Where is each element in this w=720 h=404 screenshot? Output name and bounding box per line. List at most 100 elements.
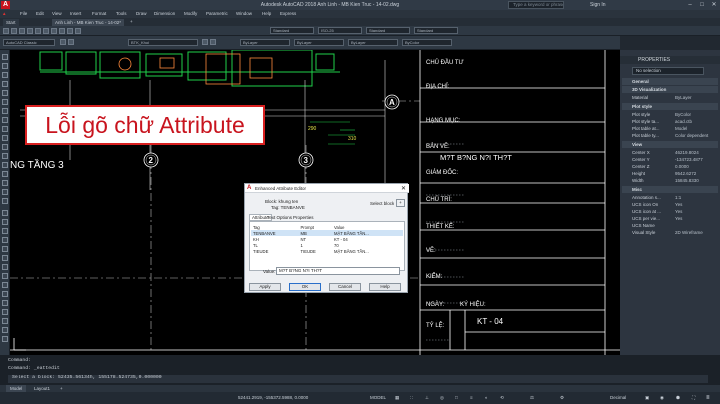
fillet-icon[interactable]: [2, 327, 8, 333]
tab-text-options[interactable]: Text Options: [267, 215, 292, 220]
prop-row[interactable]: Plot table at... Model: [620, 125, 720, 132]
ok-button[interactable]: OK: [289, 283, 321, 291]
copy-icon[interactable]: [2, 219, 8, 225]
dimstyle-select[interactable]: ISO-25: [318, 27, 362, 34]
section-misc[interactable]: Misc: [622, 186, 718, 193]
layer-properties-icon[interactable]: [60, 39, 66, 45]
new-tab-icon[interactable]: +: [130, 18, 133, 26]
mleaderstyle-select[interactable]: Standard: [414, 27, 458, 34]
ellipse-icon[interactable]: [2, 126, 8, 132]
tab-layout1[interactable]: Layout1: [34, 385, 50, 392]
layer-previous-icon[interactable]: [210, 39, 216, 45]
circle-icon[interactable]: [2, 99, 8, 105]
prop-row[interactable]: Width 15845.8330: [620, 177, 720, 184]
pan-icon[interactable]: [59, 28, 65, 34]
layer-select[interactable]: BTK_Khoi: [128, 39, 198, 46]
tab-model[interactable]: Model: [6, 385, 27, 392]
model-space-button[interactable]: MODEL: [370, 392, 386, 404]
close-icon[interactable]: ✕: [708, 0, 720, 10]
lineweight-select[interactable]: ByLayer: [348, 39, 398, 46]
tab-properties[interactable]: Properties: [293, 215, 314, 220]
section-view[interactable]: View: [622, 141, 718, 148]
revcloud-icon[interactable]: [2, 108, 8, 114]
spline-icon[interactable]: [2, 117, 8, 123]
quick-properties-icon[interactable]: ▣: [645, 392, 649, 404]
array-icon[interactable]: [2, 246, 8, 252]
prop-row[interactable]: Annotation s... 1:1: [620, 194, 720, 201]
stretch-icon[interactable]: [2, 282, 8, 288]
prop-row[interactable]: Center Y -134723.4877: [620, 156, 720, 163]
section-3d-visualization[interactable]: 3D Visualization: [622, 86, 718, 93]
command-input[interactable]: Select a block: 52435.56134h, 155178.524…: [8, 375, 708, 383]
prop-row[interactable]: Visual Style 2D Wireframe: [620, 229, 720, 236]
prop-row[interactable]: UCS Name: [620, 222, 720, 229]
help-button[interactable]: Help: [369, 283, 401, 291]
command-window[interactable]: Command: Command: _eattedit Select a blo…: [0, 355, 720, 385]
isolate-icon[interactable]: ◉: [660, 392, 664, 404]
menu-draw[interactable]: Draw: [136, 10, 147, 18]
units-select[interactable]: Decimal: [610, 392, 626, 404]
hatch-icon[interactable]: [2, 162, 8, 168]
prop-row[interactable]: Material ByLayer: [620, 94, 720, 101]
properties-icon[interactable]: [75, 28, 81, 34]
prop-row[interactable]: UCS icon at ... Yes: [620, 208, 720, 215]
open-file-icon[interactable]: [11, 28, 17, 34]
minimize-icon[interactable]: –: [684, 0, 696, 10]
table-icon[interactable]: [2, 189, 8, 195]
gradient-icon[interactable]: [2, 171, 8, 177]
add-layout-icon[interactable]: +: [60, 385, 63, 392]
linetype-select[interactable]: ByLayer: [294, 39, 344, 46]
break-icon[interactable]: [2, 309, 8, 315]
move-icon[interactable]: [2, 255, 8, 261]
prop-row[interactable]: Plot table ty... Color dependent: [620, 132, 720, 139]
menu-edit[interactable]: Edit: [36, 10, 44, 18]
polar-icon[interactable]: ◎: [440, 392, 444, 404]
snap-icon[interactable]: ∷: [410, 392, 413, 404]
make-block-icon[interactable]: [2, 144, 8, 150]
insert-block-icon[interactable]: [2, 135, 8, 141]
cancel-button[interactable]: Cancel: [329, 283, 361, 291]
menu-format[interactable]: Format: [92, 10, 106, 18]
customization-icon[interactable]: ≣: [706, 392, 710, 404]
point-icon[interactable]: [2, 153, 8, 159]
grid-icon[interactable]: ▦: [395, 392, 399, 404]
extend-icon[interactable]: [2, 300, 8, 306]
prop-row[interactable]: UCS per vie... Yes: [620, 215, 720, 222]
prop-row[interactable]: UCS icon On Yes: [620, 201, 720, 208]
selection-cycling-icon[interactable]: ⟲: [500, 392, 504, 404]
rectangle-icon[interactable]: [2, 81, 8, 87]
erase-icon[interactable]: [2, 210, 8, 216]
redo-icon[interactable]: [43, 28, 49, 34]
menu-window[interactable]: Window: [236, 10, 252, 18]
autocad-logo-icon[interactable]: A: [1, 1, 10, 9]
prop-row[interactable]: Plot style ByColor: [620, 111, 720, 118]
save-icon[interactable]: [19, 28, 25, 34]
menu-file[interactable]: File: [20, 10, 27, 18]
value-input[interactable]: M?T B?NG N?I TH?T: [276, 267, 400, 275]
menu-tools[interactable]: Tools: [116, 10, 127, 18]
mtext-icon[interactable]: [2, 198, 8, 204]
tab-drawing[interactable]: Anh Linh - MB Kien Truc - 14-02*: [52, 19, 125, 26]
scale-icon[interactable]: [2, 273, 8, 279]
print-icon[interactable]: [27, 28, 33, 34]
prop-row[interactable]: Center X 46219.8024: [620, 149, 720, 156]
prop-row[interactable]: Height 9542.6272: [620, 170, 720, 177]
undo-icon[interactable]: [35, 28, 41, 34]
offset-icon[interactable]: [2, 237, 8, 243]
menu-dimension[interactable]: Dimension: [154, 10, 175, 18]
arc-icon[interactable]: [2, 90, 8, 96]
layer-state-icon[interactable]: [68, 39, 74, 45]
osnap-icon[interactable]: □: [455, 392, 458, 404]
table-row[interactable]: TIEUDE TIEUDE MẶT BẰNG TẦN...: [251, 248, 403, 254]
select-block-button[interactable]: +: [396, 199, 405, 207]
rotate-icon[interactable]: [2, 264, 8, 270]
ortho-icon[interactable]: ⊥: [425, 392, 429, 404]
hardware-acceleration-icon[interactable]: ⬢: [676, 392, 680, 404]
mirror-icon[interactable]: [2, 228, 8, 234]
explode-icon[interactable]: [2, 336, 8, 342]
dialog-close-icon[interactable]: ✕: [401, 185, 406, 192]
sign-in-link[interactable]: Sign In: [590, 0, 606, 10]
menu-modify[interactable]: Modify: [184, 10, 197, 18]
region-icon[interactable]: [2, 180, 8, 186]
section-plot-style[interactable]: Plot style: [622, 103, 718, 110]
